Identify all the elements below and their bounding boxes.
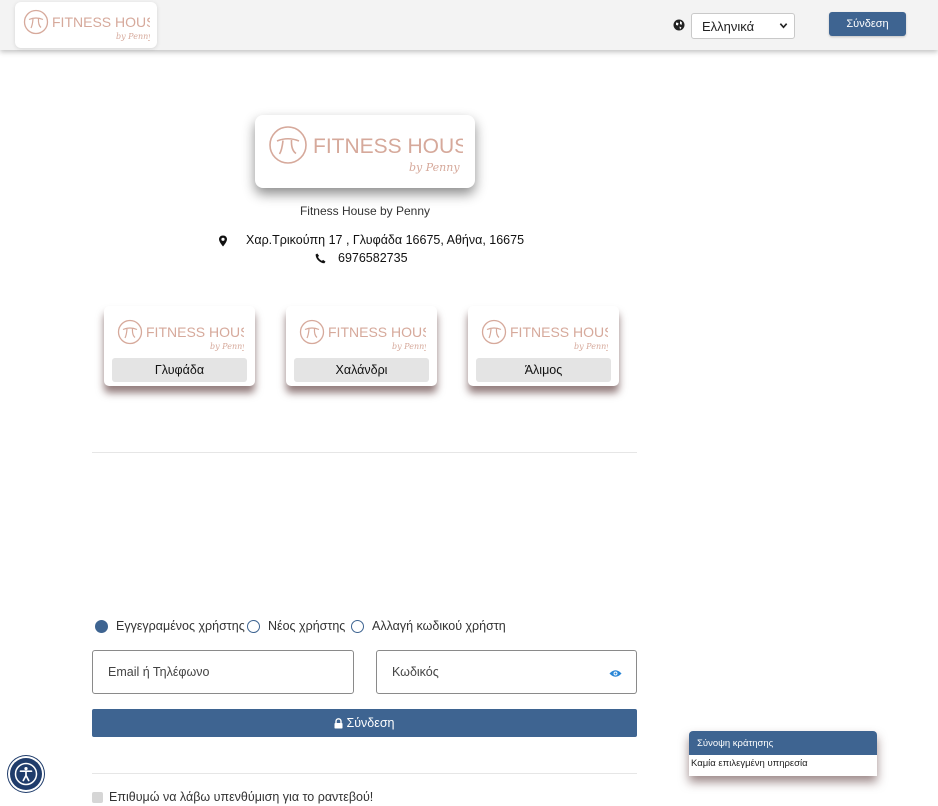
svg-text:by Penny: by Penny <box>392 342 426 351</box>
branch-logo: FITNESS HOUSE by Penny <box>286 312 437 358</box>
form-divider <box>92 773 637 774</box>
svg-text:FITNESS HOUSE: FITNESS HOUSE <box>510 324 608 340</box>
header-logo[interactable]: FITNESS HOUSE by Penny <box>15 2 157 48</box>
email-input[interactable] <box>93 651 353 693</box>
svg-text:FITNESS HOUSE: FITNESS HOUSE <box>146 324 244 340</box>
business-address: Χαρ.Τρικούπη 17 , Γλυφάδα 16675, Αθήνα, … <box>246 233 525 247</box>
accessibility-icon <box>14 762 38 786</box>
booking-summary-empty: Καμία επιλεγμένη υπηρεσία <box>691 758 808 769</box>
branch-logo: FITNESS HOUSE by Penny <box>468 312 619 358</box>
reminder-checkbox[interactable] <box>92 792 103 803</box>
lock-icon <box>334 717 343 728</box>
radio-label: Νέος χρήστης <box>268 619 346 633</box>
fitness-house-logo: FITNESS HOUSE by Penny <box>23 9 150 41</box>
booking-summary-panel[interactable]: Σύνοψη κράτησης Καμία επιλεγμένη υπηρεσί… <box>689 731 877 776</box>
branch-label: Χαλάνδρι <box>294 358 429 382</box>
section-divider <box>92 452 637 453</box>
fitness-house-logo: FITNESS HOUSE by Penny <box>117 319 244 351</box>
map-pin-icon <box>219 235 227 247</box>
radio-label: Εγγεγραμένος χρήστης <box>116 619 245 633</box>
login-submit-button[interactable]: Σύνδεση <box>92 709 637 737</box>
chevron-down-icon <box>779 23 788 29</box>
branch-label: Άλιμος <box>476 358 611 382</box>
password-field <box>376 650 637 694</box>
branch-logo: FITNESS HOUSE by Penny <box>104 312 255 358</box>
svg-text:by Penny: by Penny <box>409 161 460 174</box>
svg-text:FITNESS HOUSE: FITNESS HOUSE <box>52 14 150 30</box>
branch-card-chalandri[interactable]: FITNESS HOUSE by Penny Χαλάνδρι <box>286 306 437 386</box>
globe-icon <box>673 19 685 31</box>
radio-label: Αλλαγή κωδικού χρήστη <box>372 619 506 633</box>
booking-summary-title: Σύνοψη κράτησης <box>689 731 877 755</box>
phone-icon <box>315 253 326 264</box>
branch-card-glyfada[interactable]: FITNESS HOUSE by Penny Γλυφάδα <box>104 306 255 386</box>
eye-icon[interactable] <box>609 669 622 678</box>
reminder-label: Επιθυμώ να λάβω υπενθύμιση για το ραντεβ… <box>109 790 374 804</box>
business-name: Fitness House by Penny <box>299 204 431 218</box>
top-navbar: FITNESS HOUSE by Penny Ελληνικά Σύνδεση <box>0 0 938 50</box>
login-submit-label: Σύνδεση <box>346 716 395 730</box>
accessibility-button[interactable] <box>10 758 42 790</box>
svg-text:by Penny: by Penny <box>116 32 150 41</box>
email-field <box>92 650 354 694</box>
radio-circle <box>247 620 260 633</box>
password-input[interactable] <box>377 651 636 693</box>
svg-text:FITNESS HOUSE: FITNESS HOUSE <box>313 135 463 158</box>
radio-circle <box>95 620 108 633</box>
branch-label: Γλυφάδα <box>112 358 247 382</box>
business-logo: FITNESS HOUSE by Penny <box>255 115 475 188</box>
radio-circle <box>351 620 364 633</box>
phone-row: 6976582735 <box>315 251 455 267</box>
address-row: Χαρ.Τρικούπη 17 , Γλυφάδα 16675, Αθήνα, … <box>218 233 538 249</box>
svg-text:by Penny: by Penny <box>210 342 244 351</box>
language-select-value: Ελληνικά <box>702 18 755 34</box>
svg-text:FITNESS HOUSE: FITNESS HOUSE <box>328 324 426 340</box>
branch-card-alimos[interactable]: FITNESS HOUSE by Penny Άλιμος <box>468 306 619 386</box>
language-select[interactable]: Ελληνικά <box>691 13 795 39</box>
svg-text:by Penny: by Penny <box>574 342 608 351</box>
header-login-button[interactable]: Σύνδεση <box>829 12 906 36</box>
header-login-label: Σύνδεση <box>846 18 889 30</box>
fitness-house-logo: FITNESS HOUSE by Penny <box>269 125 463 174</box>
fitness-house-logo: FITNESS HOUSE by Penny <box>299 319 426 351</box>
fitness-house-logo: FITNESS HOUSE by Penny <box>481 319 608 351</box>
business-phone: 6976582735 <box>338 251 408 265</box>
